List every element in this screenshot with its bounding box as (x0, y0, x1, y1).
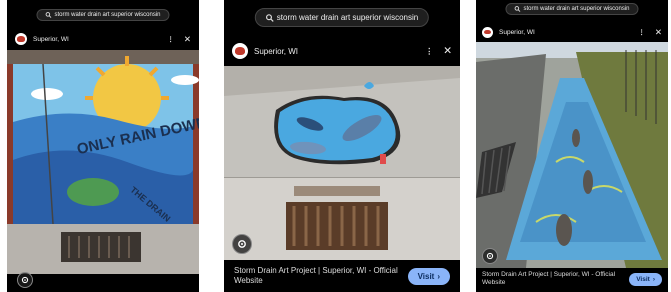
search-query: storm water drain art superior wisconsin (276, 13, 419, 22)
search-icon (45, 12, 52, 18)
visit-button[interactable]: Visit › (629, 272, 662, 286)
result-image[interactable] (224, 66, 460, 260)
visit-label: Visit (417, 271, 435, 281)
visit-label: Visit (636, 275, 650, 283)
chevron-right-icon: › (652, 275, 655, 283)
lens-icon[interactable] (17, 272, 33, 288)
more-vert-icon[interactable]: ⋮ (638, 28, 645, 36)
search-pill[interactable]: storm water drain art superior wisconsin (505, 3, 639, 15)
visit-button[interactable]: Visit › (407, 267, 450, 285)
search-icon (266, 13, 274, 22)
result-panel-1: storm water drain art superior wisconsin… (7, 0, 199, 292)
lens-icon[interactable] (232, 234, 252, 254)
result-header: Superior, WI ⋮ ✕ (476, 24, 668, 40)
close-icon[interactable]: ✕ (184, 34, 191, 44)
result-footer: Storm Drain Art Project | Superior, WI -… (476, 266, 668, 292)
source-name[interactable]: Superior, WI (254, 47, 298, 56)
result-panel-3: storm water drain art superior wisconsin… (476, 0, 668, 292)
more-vert-icon[interactable]: ⋮ (167, 35, 174, 43)
result-footer: Storm Drain Art Project | Superior, WI -… (224, 260, 460, 292)
result-caption[interactable]: Storm Drain Art Project | Superior, WI -… (234, 266, 408, 287)
source-name[interactable]: Superior, WI (33, 36, 69, 43)
site-logo (15, 33, 27, 45)
site-logo (232, 43, 248, 59)
result-panel-2: storm water drain art superior wisconsin… (224, 0, 460, 292)
result-image[interactable] (476, 42, 668, 268)
search-query: storm water drain art superior wisconsin (523, 6, 630, 12)
source-name[interactable]: Superior, WI (499, 29, 535, 36)
chevron-right-icon: › (437, 271, 440, 281)
site-logo (482, 26, 493, 38)
result-header: Superior, WI ⋮ ✕ (7, 30, 199, 48)
close-icon[interactable]: ✕ (655, 27, 662, 37)
result-header: Superior, WI ⋮ ✕ (224, 40, 460, 62)
result-image[interactable]: ONLY RAIN DOWN THE DRAIN (7, 50, 199, 274)
search-pill[interactable]: storm water drain art superior wisconsin (254, 8, 430, 27)
close-icon[interactable]: ✕ (443, 45, 452, 57)
search-icon (514, 6, 521, 12)
more-vert-icon[interactable]: ⋮ (425, 47, 433, 56)
result-caption[interactable]: Storm Drain Art Project | Superior, WI -… (482, 271, 629, 288)
search-query: storm water drain art superior wisconsin (54, 12, 161, 18)
lens-icon[interactable] (482, 248, 498, 264)
search-pill[interactable]: storm water drain art superior wisconsin (36, 9, 170, 21)
